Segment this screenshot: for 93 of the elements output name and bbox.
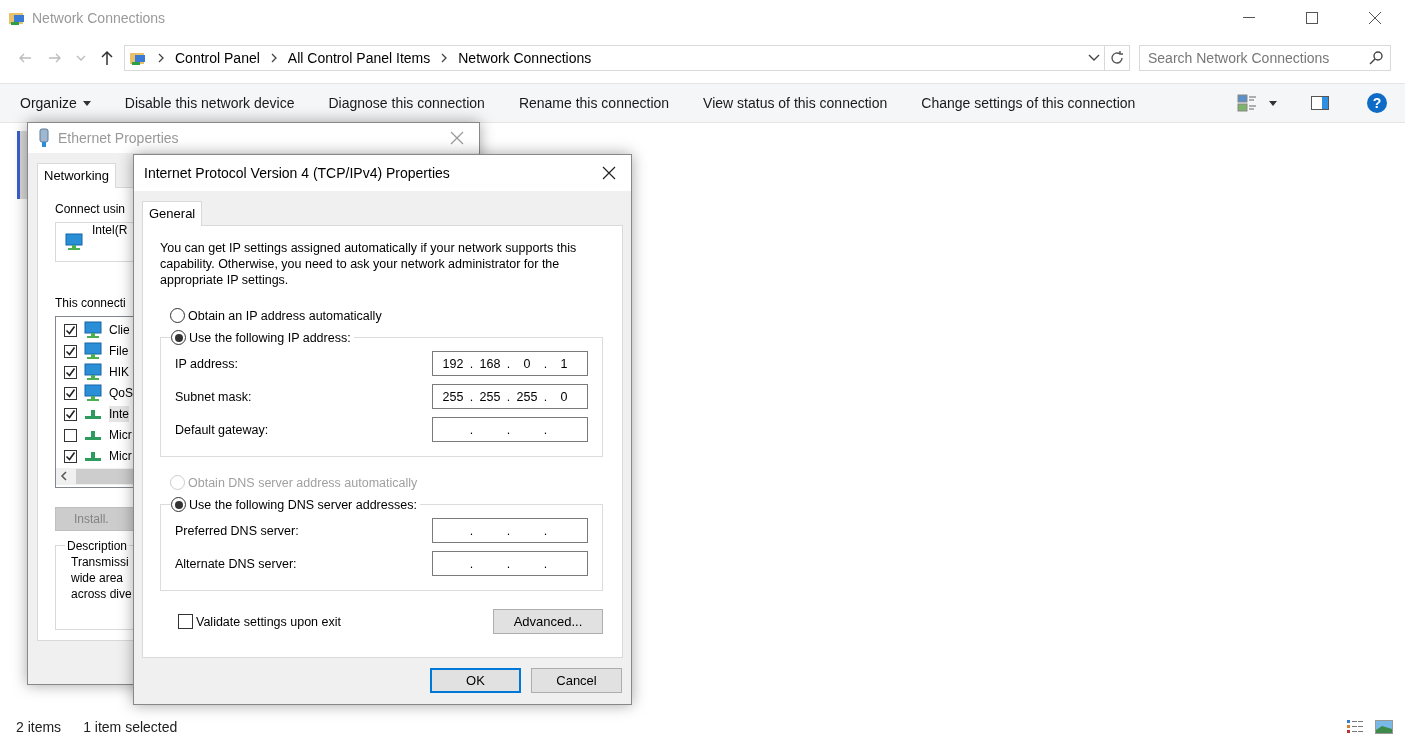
selected-item-background [17, 131, 27, 199]
computer-icon [83, 363, 103, 382]
scroll-left-icon [60, 471, 68, 482]
group-title: Description [65, 538, 130, 553]
close-icon [450, 130, 464, 145]
description-text: across dive [71, 585, 132, 602]
field-label: Preferred DNS server: [175, 523, 299, 538]
tab[interactable]: Networking [37, 162, 117, 188]
dialog-button[interactable]: Cancel [531, 668, 622, 693]
dropdown-chevron-icon [1088, 54, 1100, 62]
chevron-icon [157, 53, 165, 63]
dialog-title: Internet Protocol Version 4 (TCP/IPv4) Properties [144, 165, 450, 181]
breadcrumb[interactable]: Control Panel [175, 50, 260, 66]
dialog-button[interactable]: OK [430, 668, 521, 693]
radio-option[interactable]: Obtain an IP address automatically [170, 308, 382, 323]
description-text: wide area [71, 569, 124, 586]
chevron-icon [440, 53, 449, 63]
computer-icon [83, 342, 103, 361]
dialog-title: Ethernet Properties [58, 129, 179, 146]
close-icon [602, 166, 616, 180]
network-icon [85, 430, 101, 440]
caret-icon [1269, 100, 1277, 106]
preview-pane-button[interactable] [1311, 96, 1329, 110]
ip-address-field[interactable]: 192 . 168 . 0 . 1 [432, 351, 588, 376]
status-text: 1 item selected [83, 718, 178, 735]
adapter-name: Intel(R [92, 222, 128, 237]
ip-address-field[interactable]: . . . [432, 417, 588, 442]
checkbox[interactable] [64, 323, 77, 337]
radio-option[interactable]: Use the following DNS server addresses: [171, 497, 417, 512]
toolbar-command[interactable]: Diagnose this connection [328, 95, 485, 111]
toolbar-command[interactable]: Change settings of this connection [921, 95, 1136, 111]
checkbox[interactable] [64, 449, 77, 463]
advanced-button[interactable]: Advanced... [493, 609, 603, 634]
radio-option[interactable]: Use the following IP address: [171, 330, 351, 345]
field-label: Subnet mask: [175, 389, 252, 404]
refresh-button[interactable] [1105, 45, 1130, 71]
toolbar-command[interactable]: Organize [20, 95, 91, 111]
breadcrumb[interactable]: All Control Panel Items [287, 50, 431, 66]
refresh-icon [1109, 50, 1125, 66]
large-icons-view-button[interactable] [1375, 719, 1393, 734]
checkbox[interactable] [64, 386, 77, 400]
preview-pane-icon [1311, 96, 1329, 110]
chevron-icon [269, 53, 278, 63]
checkbox[interactable] [64, 407, 77, 421]
search-icon [1369, 51, 1383, 65]
maximize-icon [1305, 12, 1318, 24]
section-label: Connect usin [55, 201, 126, 216]
address-bar[interactable]: Control Panel All Control Panel Items Network Connections [124, 45, 1105, 71]
checkbox[interactable] [64, 344, 77, 358]
view-icon [1237, 94, 1257, 112]
computer-icon [64, 232, 84, 251]
help-button[interactable]: ? [1367, 93, 1387, 113]
network-adapter-icon [38, 127, 50, 148]
network-icon [85, 451, 101, 461]
list-item[interactable]: Micr [109, 427, 132, 444]
view-options-button[interactable] [1237, 94, 1277, 112]
ip-address-field[interactable]: . . . [432, 518, 588, 543]
checkbox[interactable] [64, 428, 77, 442]
large-icons-view-icon [1375, 719, 1393, 734]
checkbox[interactable] [64, 365, 77, 379]
computer-icon [83, 321, 103, 340]
field-label: Default gateway: [175, 422, 269, 437]
checkbox-option[interactable]: Validate settings upon exit [178, 614, 341, 629]
details-view-icon [1347, 719, 1365, 734]
network-folder-icon [8, 10, 26, 26]
toolbar-command[interactable]: View status of this connection [703, 95, 888, 111]
details-view-button[interactable] [1347, 719, 1365, 734]
list-item[interactable]: Inte [109, 406, 129, 423]
toolbar-command[interactable]: Disable this network device [124, 95, 295, 111]
intro-text: You can get IP settings assigned automatically if your network supports this capability. Otherwise, you need to ask your network administrator for the appropriate IP settings. [160, 240, 578, 288]
minimize-icon [1242, 17, 1255, 19]
description-text: Transmissi [71, 553, 129, 570]
status-text: 2 items [16, 718, 62, 735]
list-item[interactable]: Clie [109, 322, 130, 339]
list-item[interactable]: HIK [109, 364, 129, 381]
ip-address-field[interactable]: 255 . 255 . 255 . 0 [432, 384, 588, 409]
field-label: Alternate DNS server: [175, 556, 297, 571]
close-icon [1368, 12, 1381, 24]
list-item[interactable]: File [109, 343, 129, 360]
ip-address-field[interactable]: . . . [432, 551, 588, 576]
list-item[interactable]: QoS [109, 385, 133, 402]
breadcrumb[interactable]: Network Connections [458, 50, 592, 66]
computer-icon [83, 384, 103, 403]
tab[interactable]: General [142, 201, 203, 226]
section-label: This connecti [55, 295, 126, 310]
list-item[interactable]: Micr [109, 448, 132, 465]
network-icon [85, 409, 101, 419]
search-field[interactable]: Search Network Connections [1139, 45, 1391, 71]
toolbar-command[interactable]: Rename this connection [518, 95, 670, 111]
window-title: Network Connections [32, 10, 166, 26]
field-label: IP address: [175, 356, 238, 371]
caret-icon [82, 100, 91, 106]
network-folder-icon [129, 50, 147, 66]
